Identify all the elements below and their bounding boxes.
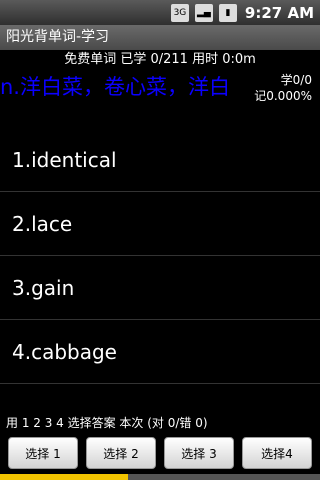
signal-icon: ▂▄: [194, 3, 213, 22]
status-icons: 3G ▂▄ ▮ 9:27 AM: [170, 0, 320, 25]
answer-options: 1.identical 2.lace 3.gain 4.cabbage: [0, 128, 320, 384]
clock: 9:27 AM: [244, 3, 314, 22]
choice-1-button[interactable]: 选择 1: [8, 437, 78, 469]
network-icon: 3G: [170, 3, 189, 22]
answer-option-1[interactable]: 1.identical: [0, 128, 320, 192]
choice-buttons: 选择 1 选择 2 选择 3 选择4: [0, 437, 320, 469]
answer-option-2[interactable]: 2.lace: [0, 192, 320, 256]
answer-hint: 用 1 2 3 4 选择答案 本次 (对 0/错 0): [6, 416, 208, 430]
study-stats: 免费单词 已学 0/211 用时 0:0m: [64, 52, 256, 67]
status-bar: 3G ▂▄ ▮ 9:27 AM: [0, 0, 320, 25]
memory-rate: 记0.000%: [254, 89, 312, 103]
progress-fill: [0, 474, 128, 480]
side-stats: 学0/0 记0.000%: [242, 72, 312, 104]
choice-2-button[interactable]: 选择 2: [86, 437, 156, 469]
battery-icon: ▮: [218, 3, 237, 22]
progress-bar: [0, 474, 320, 480]
choice-3-button[interactable]: 选择 3: [164, 437, 234, 469]
learned-count: 学0/0: [280, 73, 312, 87]
choice-4-button[interactable]: 选择4: [242, 437, 312, 469]
app-title: 阳光背单词-学习: [0, 25, 320, 50]
answer-option-4[interactable]: 4.cabbage: [0, 320, 320, 384]
answer-option-3[interactable]: 3.gain: [0, 256, 320, 320]
